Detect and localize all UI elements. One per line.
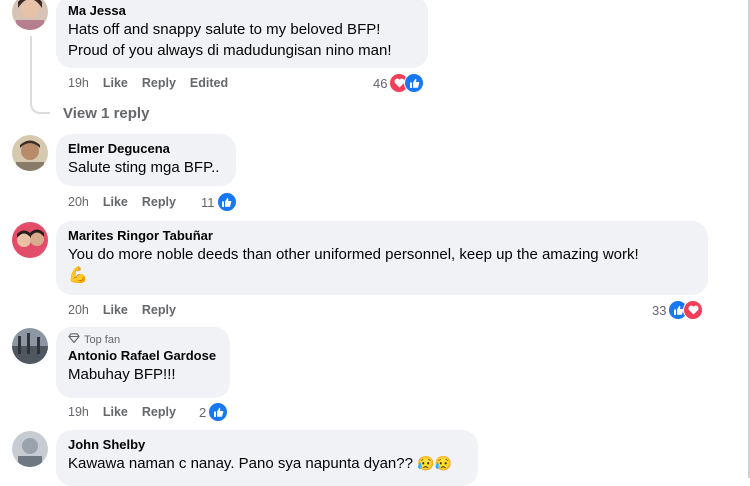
- timestamp[interactable]: 19h: [68, 76, 89, 90]
- commenter-name[interactable]: Elmer Degucena: [68, 140, 224, 157]
- top-fan-badge: Top fan: [68, 333, 218, 347]
- avatar[interactable]: [12, 222, 48, 258]
- like-button[interactable]: Like: [103, 303, 128, 317]
- comment-text: You do more noble deeds than other unifo…: [68, 246, 639, 263]
- reaction-count: 11: [201, 194, 215, 210]
- top-fan-label: Top fan: [84, 334, 121, 346]
- reply-button[interactable]: Reply: [142, 405, 176, 419]
- reply-button[interactable]: Reply: [142, 195, 176, 209]
- like-icon: [404, 73, 425, 93]
- reaction-count: 46: [373, 75, 388, 91]
- like-button[interactable]: Like: [103, 405, 128, 419]
- like-button[interactable]: Like: [103, 76, 128, 90]
- comment-bubble: Ma Jessa Hats off and snappy salute to m…: [56, 0, 428, 68]
- commenter-name[interactable]: John Shelby: [68, 436, 466, 453]
- commenter-name[interactable]: Antonio Rafael Gardose: [68, 347, 218, 364]
- timestamp[interactable]: 19h: [68, 405, 89, 419]
- edited-label: Edited: [189, 76, 229, 90]
- love-icon: [683, 300, 704, 320]
- reaction-count: 2: [199, 404, 207, 420]
- comment-text: Kawawa naman c nanay. Pano sya napunta d…: [68, 453, 466, 474]
- commenter-name[interactable]: Ma Jessa: [68, 2, 416, 19]
- comment-actions: 20h Like Reply: [68, 193, 176, 211]
- commenter-name[interactable]: Marites Ringor Tabuñar: [68, 227, 696, 244]
- comment-text: Mabuhay BFP!!!: [68, 366, 176, 383]
- diamond-icon: [68, 333, 80, 347]
- reaction-summary[interactable]: 46: [373, 73, 425, 93]
- avatar[interactable]: [12, 135, 48, 171]
- comment-text-body: Kawawa naman c nanay. Pano sya napunta d…: [68, 455, 413, 472]
- flexed-biceps-emoji: 💪: [68, 267, 88, 284]
- reply-button[interactable]: Reply: [142, 303, 176, 317]
- comment-text: Salute sting mga BFP..: [68, 159, 220, 176]
- like-icon: [208, 402, 229, 422]
- comment-actions: 19h Like Reply: [68, 403, 176, 421]
- like-button[interactable]: Like: [103, 195, 128, 209]
- reaction-summary[interactable]: 2: [199, 402, 229, 422]
- timestamp[interactable]: 20h: [68, 303, 89, 317]
- comment-actions: 20h Like Reply: [68, 301, 176, 319]
- thread-connector: [30, 36, 50, 114]
- like-icon: [216, 192, 237, 212]
- comment-text: Hats off and snappy salute to my beloved…: [68, 21, 381, 38]
- avatar[interactable]: [12, 431, 48, 467]
- timestamp[interactable]: 20h: [68, 195, 89, 209]
- comment-bubble: Marites Ringor Tabuñar You do more noble…: [56, 221, 708, 295]
- comment-text: Proud of you always di madudungisan nino…: [68, 42, 392, 59]
- comment-bubble: Elmer Degucena Salute sting mga BFP..: [56, 134, 236, 186]
- comment-bubble: Top fan Antonio Rafael Gardose Mabuhay B…: [56, 327, 230, 398]
- reply-button[interactable]: Reply: [142, 76, 176, 90]
- avatar[interactable]: [12, 0, 48, 30]
- avatar[interactable]: [12, 328, 48, 364]
- reaction-summary[interactable]: 11: [201, 192, 237, 212]
- comment-actions: 19h Like Reply Edited: [68, 74, 228, 92]
- reaction-summary[interactable]: 33: [652, 300, 704, 320]
- view-replies-link[interactable]: View 1 reply: [63, 105, 149, 122]
- reaction-count: 33: [652, 302, 667, 318]
- sad-emoji: 😥😥: [417, 455, 453, 471]
